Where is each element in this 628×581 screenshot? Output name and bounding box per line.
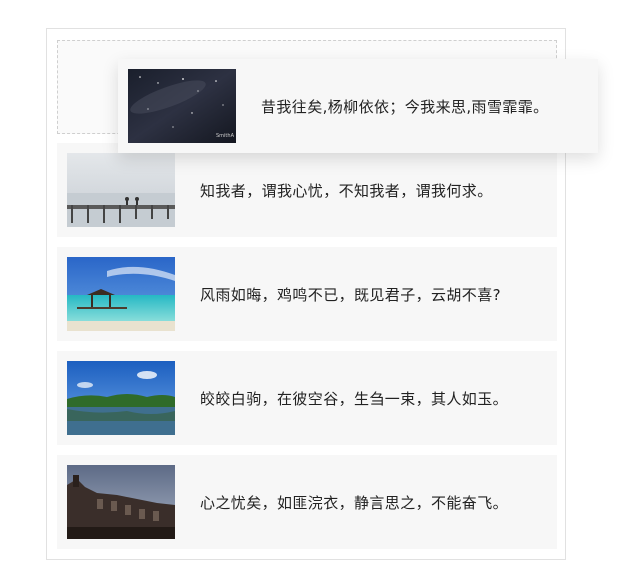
thumbnail-milky-way: SmithA — [128, 69, 236, 143]
item-text: 心之忧矣，如匪浣衣，静言思之，不能奋飞。 — [200, 493, 509, 512]
list-item[interactable]: 心之忧矣，如匪浣衣，静言思之，不能奋飞。 — [57, 455, 557, 549]
item-text: 皎皎白驹，在彼空谷，生刍一束，其人如玉。 — [200, 389, 509, 408]
item-text: 风雨如晦，鸡鸣不已，既见君子，云胡不喜? — [200, 285, 501, 304]
thumbnail-lake — [67, 361, 175, 435]
sortable-list: SmithA 昔我往矣,杨柳依依；今我来思,雨雪霏霏。 知我者，谓我心忧，不知我… — [0, 0, 628, 581]
night-sky-image: SmithA — [128, 69, 236, 143]
thumbnail-pier — [67, 153, 175, 227]
lake-image — [67, 361, 175, 435]
item-text: 昔我往矣,杨柳依依；今我来思,雨雪霏霏。 — [261, 97, 549, 116]
list-item[interactable]: 风雨如晦，鸡鸣不已，既见君子，云胡不喜? — [57, 247, 557, 341]
palace-image — [67, 465, 175, 539]
list-item-dragging[interactable]: SmithA 昔我往矣,杨柳依依；今我来思,雨雪霏霏。 — [118, 59, 598, 153]
list-item[interactable]: 知我者，谓我心忧，不知我者，谓我何求。 — [57, 143, 557, 237]
item-text: 知我者，谓我心忧，不知我者，谓我何求。 — [200, 181, 493, 200]
list-item[interactable]: 皎皎白驹，在彼空谷，生刍一束，其人如玉。 — [57, 351, 557, 445]
image-watermark: SmithA — [216, 133, 235, 139]
thumbnail-beach — [67, 257, 175, 331]
beach-image — [67, 257, 175, 331]
thumbnail-palace — [67, 465, 175, 539]
pier-image — [67, 153, 175, 227]
